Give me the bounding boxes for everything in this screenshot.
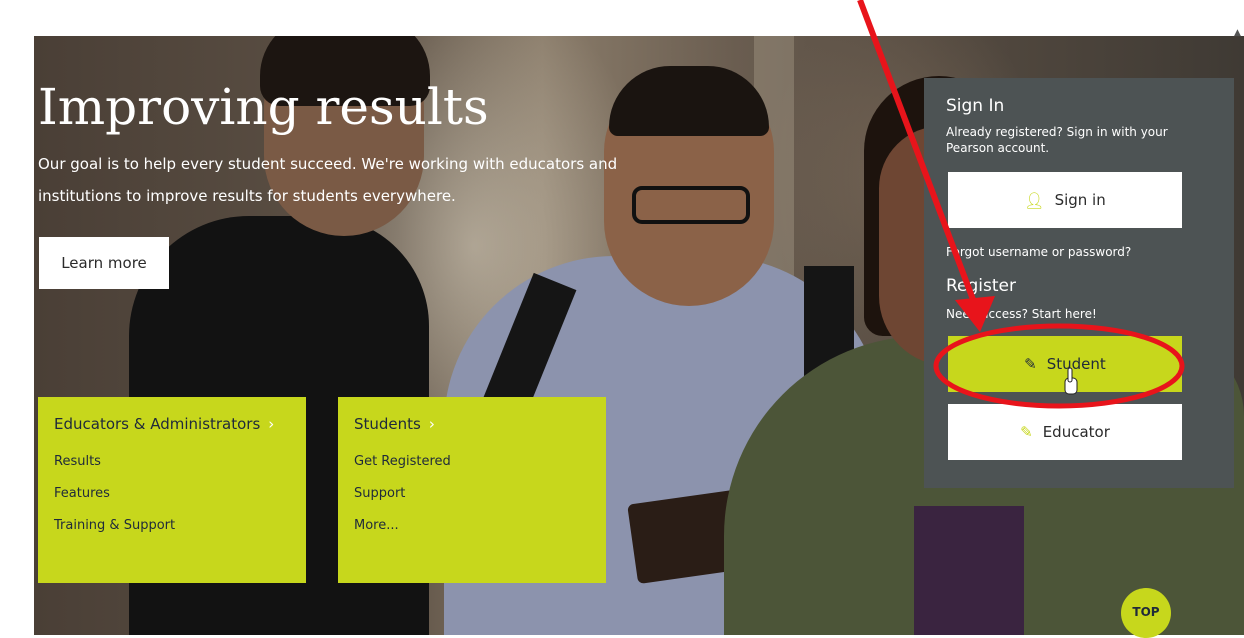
hero-subtext: Our goal is to help every student succee… bbox=[38, 155, 618, 205]
educators-card: Educators & Administrators › Results Fea… bbox=[38, 397, 306, 583]
user-icon: 👤︎ bbox=[1024, 190, 1045, 210]
students-link-support[interactable]: Support bbox=[354, 486, 405, 501]
student-register-button[interactable]: ✎ Student bbox=[948, 336, 1182, 392]
signin-title: Sign In bbox=[946, 96, 1005, 116]
students-card: Students › Get Registered Support More..… bbox=[338, 397, 606, 583]
scroll-up-arrow-icon[interactable]: ▲ bbox=[1234, 28, 1241, 38]
students-link-get-registered[interactable]: Get Registered bbox=[354, 454, 451, 469]
signin-button[interactable]: 👤︎ Sign in bbox=[948, 172, 1182, 228]
educators-card-title-text[interactable]: Educators & Administrators bbox=[54, 415, 260, 433]
register-description: Need access? Start here! bbox=[946, 307, 1097, 321]
register-title: Register bbox=[946, 276, 1016, 296]
educators-card-title[interactable]: Educators & Administrators › bbox=[54, 415, 274, 433]
educators-link-training[interactable]: Training & Support bbox=[54, 518, 175, 533]
pencil-icon: ✎ bbox=[1020, 423, 1033, 441]
photo-person-middle-hair bbox=[609, 66, 769, 136]
signin-description: Already registered? Sign in with your Pe… bbox=[946, 125, 1168, 155]
signin-panel: Sign In Already registered? Sign in with… bbox=[924, 78, 1234, 488]
chevron-right-icon: › bbox=[428, 415, 435, 433]
forgot-password-link[interactable]: Forgot username or password? bbox=[946, 244, 1131, 260]
learn-more-button[interactable]: Learn more bbox=[39, 237, 169, 289]
student-button-label: Student bbox=[1046, 355, 1106, 373]
hero-headline: Improving results bbox=[38, 78, 489, 136]
students-link-more[interactable]: More... bbox=[354, 518, 399, 533]
educator-button-label: Educator bbox=[1042, 423, 1110, 441]
back-to-top-button[interactable]: TOP bbox=[1121, 588, 1171, 638]
educators-link-features[interactable]: Features bbox=[54, 486, 110, 501]
students-card-title[interactable]: Students › bbox=[354, 415, 435, 433]
students-card-title-text[interactable]: Students bbox=[354, 415, 421, 433]
pencil-icon: ✎ bbox=[1024, 355, 1037, 373]
educator-register-button[interactable]: ✎ Educator bbox=[948, 404, 1182, 460]
educators-link-results[interactable]: Results bbox=[54, 454, 101, 469]
chevron-right-icon: › bbox=[268, 415, 275, 433]
signin-button-label: Sign in bbox=[1054, 191, 1106, 209]
photo-scarf bbox=[914, 506, 1024, 635]
